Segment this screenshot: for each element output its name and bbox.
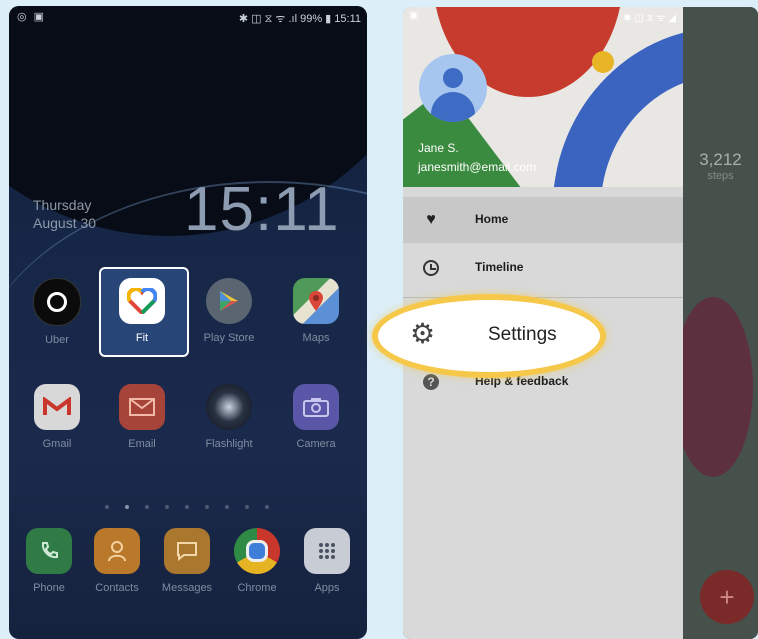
flashlight-icon (206, 384, 252, 430)
dock-contacts[interactable]: Contacts (87, 528, 147, 594)
maps-icon (293, 278, 339, 324)
app-gmail[interactable]: Gmail (27, 384, 87, 450)
menu-item-label: Settings (488, 324, 557, 345)
home-screen-phone: ◎ ▣ ✱ ◫ ⧖ ᯤ .ıl 99% ▮ 15:11 Thursday Aug… (9, 6, 367, 639)
page-indicator (105, 496, 285, 514)
menu-item-settings[interactable]: ⚙ Settings (372, 294, 606, 378)
status-indicators: ✱ ◫ ⧖ ᯤ .ıl 99% ▮ 15:11 (238, 13, 361, 25)
clock-widget: 15:11 (184, 175, 340, 244)
gmail-icon (34, 384, 80, 430)
status-indicators: ✱ ◫ ⧖ ᯤ ◢ (623, 13, 676, 24)
chrome-icon (234, 528, 280, 574)
weekday: Thursday (33, 197, 92, 213)
camera-icon (293, 384, 339, 430)
app-label: Flashlight (205, 438, 253, 450)
email-icon (119, 384, 165, 430)
dock-phone[interactable]: Phone (19, 528, 79, 594)
app-label: Uber (45, 334, 69, 346)
uber-icon (33, 278, 81, 326)
app-label: Maps (302, 332, 330, 344)
app-camera[interactable]: Camera (286, 384, 346, 450)
app-maps[interactable]: Maps (286, 278, 346, 344)
menu-item-home[interactable]: ♥ Home (403, 197, 683, 243)
notification-icon: ▣ (409, 10, 419, 21)
app-label: Phone (33, 582, 65, 594)
status-bar: ▣ ✱ ◫ ⧖ ᯤ ◢ (403, 7, 758, 25)
date-widget: Thursday August 30 (33, 196, 96, 232)
date-text: August 30 (33, 215, 97, 231)
app-label: Email (128, 438, 156, 450)
app-uber[interactable]: Uber (27, 278, 87, 346)
menu-item-label: Timeline (475, 260, 524, 274)
app-label: Gmail (42, 438, 72, 450)
help-icon: ? (421, 372, 441, 392)
avatar[interactable] (419, 54, 487, 122)
app-fit[interactable]: Fit (112, 278, 172, 344)
app-flashlight[interactable]: Flashlight (199, 384, 259, 450)
apps-grid-icon (304, 528, 350, 574)
steps-label: steps (707, 170, 734, 182)
drawer-header: Jane S. janesmith@email.com (403, 7, 683, 187)
status-bar: ◎ ▣ ✱ ◫ ⧖ ᯤ .ıl 99% ▮ 15:11 (9, 6, 367, 28)
app-label: Contacts (95, 582, 139, 594)
app-email[interactable]: Email (112, 384, 172, 450)
heart-icon: ♥ (426, 211, 436, 228)
app-label: Camera (296, 438, 336, 450)
user-name: Jane S. (418, 141, 459, 155)
app-label: Apps (314, 582, 340, 594)
user-email: janesmith@email.com (418, 160, 537, 174)
fit-heart-icon (119, 278, 165, 324)
dock-apps[interactable]: Apps (297, 528, 357, 594)
dock-chrome[interactable]: Chrome (227, 528, 287, 594)
dimmed-activity-ring (673, 297, 753, 477)
phone-icon (26, 528, 72, 574)
messages-icon (164, 528, 210, 574)
steps-counter: 3,212 steps (688, 150, 753, 182)
app-label: Chrome (237, 582, 277, 594)
add-activity-button[interactable]: + (700, 570, 754, 624)
menu-item-label: Home (475, 212, 509, 226)
app-label: Play Store (203, 332, 255, 344)
gear-icon: ⚙ (410, 318, 436, 349)
app-label: Fit (135, 332, 149, 344)
contacts-icon (94, 528, 140, 574)
menu-item-timeline[interactable]: Timeline (403, 245, 683, 291)
clock-icon (421, 258, 441, 278)
app-label: Messages (161, 582, 213, 594)
app-play-store[interactable]: Play Store (199, 278, 259, 344)
notification-icons: ◎ ▣ (17, 11, 47, 23)
dock-messages[interactable]: Messages (157, 528, 217, 594)
play-store-icon (206, 278, 252, 324)
steps-value: 3,212 (699, 150, 742, 169)
